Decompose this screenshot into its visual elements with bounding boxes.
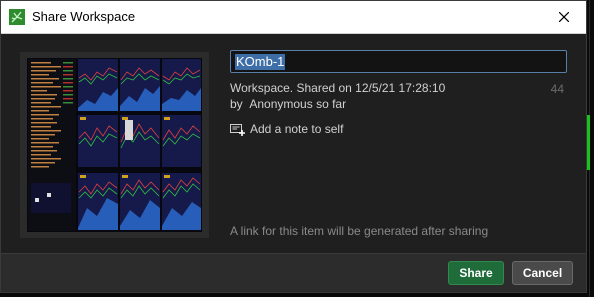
by-value: Anonymous so far (249, 97, 347, 111)
add-note-label: Add a note to self (250, 122, 344, 136)
cancel-button[interactable]: Cancel (512, 261, 573, 285)
by-label: by (230, 97, 243, 111)
workspace-leaf-icon (9, 9, 25, 25)
character-count: 44 (550, 82, 564, 96)
workspace-name-text: KOmb-1 (235, 54, 286, 70)
share-info: Workspace. Shared on 12/5/21 17:28:10 (230, 81, 446, 95)
workspace-preview-image (27, 58, 202, 232)
share-workspace-dialog: Share Workspace KOmb-1 KOmb-1 Workspace.… (0, 0, 587, 293)
add-note-button[interactable]: Add a note to self (230, 122, 343, 136)
add-note-icon (230, 123, 245, 136)
dialog-title: Share Workspace (32, 9, 136, 24)
workspace-thumbnail (20, 52, 209, 238)
dialog-footer: Share Cancel (1, 253, 586, 292)
link-info-note: A link for this item will be generated a… (230, 224, 489, 238)
backdrop-green-bar (587, 115, 590, 170)
shared-by: by Anonymous so far (230, 97, 346, 111)
close-icon (559, 12, 569, 22)
close-button[interactable] (542, 1, 586, 33)
share-button[interactable]: Share (448, 261, 504, 285)
title-bar[interactable]: Share Workspace (1, 1, 586, 34)
